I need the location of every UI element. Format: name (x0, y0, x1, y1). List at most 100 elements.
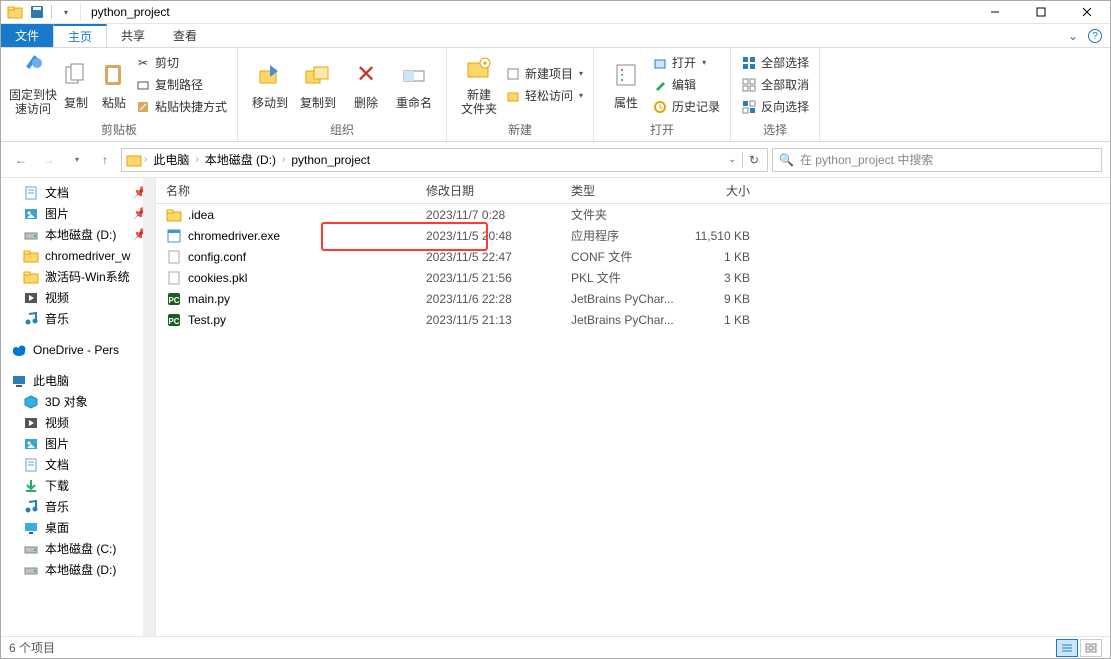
minimize-button[interactable] (972, 1, 1018, 23)
py-icon: PC (166, 312, 182, 328)
column-header-type[interactable]: 类型 (561, 182, 676, 199)
tab-share[interactable]: 共享 (107, 24, 159, 47)
pic-icon (23, 206, 39, 222)
sidebar-item[interactable]: 本地磁盘 (C:) (1, 538, 155, 559)
group-label-organize: 组织 (246, 119, 438, 141)
sidebar-item[interactable]: 音乐 (1, 496, 155, 517)
chevron-right-icon[interactable]: › (144, 154, 147, 165)
copy-to-button[interactable]: 复制到 (294, 52, 342, 118)
drive-icon (23, 541, 39, 557)
file-row[interactable]: config.conf2023/11/5 22:47CONF 文件1 KB (156, 246, 1110, 267)
tab-home[interactable]: 主页 (53, 24, 107, 47)
content-area: 文档📌图片📌本地磁盘 (D:)📌chromedriver_w激活码-Win系统视… (1, 178, 1110, 636)
search-box[interactable]: 🔍 在 python_project 中搜索 (772, 148, 1102, 172)
select-all-button[interactable]: 全部选择 (739, 52, 811, 74)
invert-selection-button[interactable]: 反向选择 (739, 96, 811, 118)
paste-button[interactable]: 粘贴 (95, 52, 133, 118)
sidebar-this-pc[interactable]: 此电脑 (1, 370, 155, 391)
view-details-button[interactable] (1056, 639, 1078, 657)
sidebar-item[interactable]: 图片📌 (1, 203, 155, 224)
status-bar: 6 个项目 (1, 636, 1110, 658)
window-title: python_project (91, 5, 170, 19)
column-header-date[interactable]: 修改日期 (416, 182, 561, 199)
edit-button[interactable]: 编辑 (650, 74, 722, 96)
address-dropdown[interactable]: ⌄ (724, 154, 740, 165)
easy-access-button[interactable]: 轻松访问▾ (503, 85, 585, 107)
ribbon-tabs: 文件 主页 共享 查看 ⌄ ? (1, 24, 1110, 48)
file-row[interactable]: PCmain.py2023/11/6 22:28JetBrains PyChar… (156, 288, 1110, 309)
group-label-new: 新建 (455, 119, 585, 141)
sidebar-onedrive[interactable]: OneDrive - Pers (1, 339, 155, 360)
file-row[interactable]: cookies.pkl2023/11/5 21:56PKL 文件3 KB (156, 267, 1110, 288)
column-header-size[interactable]: 大小 (676, 182, 766, 199)
invert-icon (741, 99, 757, 115)
folder-icon (166, 207, 182, 223)
select-none-button[interactable]: 全部取消 (739, 74, 811, 96)
cloud-icon (11, 342, 27, 358)
file-icon (166, 249, 182, 265)
sidebar-item[interactable]: 视频 (1, 412, 155, 433)
sidebar-item[interactable]: 文档 (1, 454, 155, 475)
drive-icon (23, 562, 39, 578)
close-button[interactable] (1064, 1, 1110, 23)
history-button[interactable]: 历史记录 (650, 96, 722, 118)
history-icon (652, 99, 668, 115)
qat-dropdown-icon[interactable]: ▾ (58, 4, 74, 20)
sidebar-item[interactable]: 激活码-Win系统 (1, 266, 155, 287)
breadcrumb-item[interactable]: 本地磁盘 (D:) (201, 151, 280, 168)
open-button[interactable]: 打开▾ (650, 52, 722, 74)
view-thumbnails-button[interactable] (1080, 639, 1102, 657)
chevron-down-icon[interactable]: ⌄ (1058, 24, 1088, 47)
properties-button[interactable]: 属性 (602, 52, 650, 118)
breadcrumb-bar[interactable]: › 此电脑 › 本地磁盘 (D:) › python_project ⌄ ↻ (121, 148, 768, 172)
maximize-button[interactable] (1018, 1, 1064, 23)
address-bar: ← → ▾ ↑ › 此电脑 › 本地磁盘 (D:) › python_proje… (1, 142, 1110, 178)
sidebar-item[interactable]: 音乐 (1, 308, 155, 329)
ribbon-group-open: 属性 打开▾ 编辑 历史记录 打开 (594, 48, 731, 141)
sidebar-item[interactable]: 文档📌 (1, 182, 155, 203)
sidebar-item[interactable]: 下载 (1, 475, 155, 496)
qat-save-icon[interactable] (29, 4, 45, 20)
ribbon-group-clipboard: 固定到快 速访问 复制 粘贴 ✂剪切 复制路径 粘贴快捷方式 剪贴板 (1, 48, 238, 141)
sidebar-item[interactable]: 桌面 (1, 517, 155, 538)
file-row[interactable]: chromedriver.exe2023/11/5 20:48应用程序11,51… (156, 225, 1110, 246)
file-row[interactable]: .idea2023/11/7 0:28文件夹 (156, 204, 1110, 225)
sidebar-item[interactable]: chromedriver_w (1, 245, 155, 266)
sidebar-item[interactable]: 本地磁盘 (D:) (1, 559, 155, 580)
sidebar-item[interactable]: 图片 (1, 433, 155, 454)
back-button[interactable]: ← (9, 148, 33, 172)
column-headers: 名称 修改日期 类型 大小 (156, 178, 1110, 204)
recent-locations-button[interactable]: ▾ (65, 148, 89, 172)
sidebar-item[interactable]: 3D 对象 (1, 391, 155, 412)
chevron-right-icon[interactable]: › (195, 154, 198, 165)
tab-view[interactable]: 查看 (159, 24, 211, 47)
forward-button[interactable]: → (37, 148, 61, 172)
breadcrumb-item[interactable]: 此电脑 (149, 151, 193, 168)
column-header-name[interactable]: 名称 (156, 182, 416, 199)
move-to-button[interactable]: 移动到 (246, 52, 294, 118)
sidebar-scrollbar[interactable] (143, 178, 155, 636)
tab-file[interactable]: 文件 (1, 24, 53, 47)
copy-path-button[interactable]: 复制路径 (133, 74, 229, 96)
breadcrumb-item[interactable]: python_project (287, 153, 374, 167)
ribbon-group-organize: 移动到 复制到 ✕删除 重命名 组织 (238, 48, 447, 141)
rename-button[interactable]: 重命名 (390, 52, 438, 118)
new-item-button[interactable]: 新建项目▾ (503, 63, 585, 85)
delete-button[interactable]: ✕删除 (342, 52, 390, 118)
file-icon (166, 270, 182, 286)
help-button[interactable]: ? (1088, 29, 1102, 43)
refresh-button[interactable]: ↻ (745, 153, 763, 167)
svg-text:PC: PC (168, 317, 179, 326)
cut-button[interactable]: ✂剪切 (133, 52, 229, 74)
chevron-right-icon[interactable]: › (282, 154, 285, 165)
sidebar-item[interactable]: 视频 (1, 287, 155, 308)
folder-icon[interactable] (7, 4, 23, 20)
doc-icon (23, 457, 39, 473)
copy-button[interactable]: 复制 (57, 52, 95, 118)
sidebar-item[interactable]: 本地磁盘 (D:)📌 (1, 224, 155, 245)
paste-shortcut-button[interactable]: 粘贴快捷方式 (133, 96, 229, 118)
file-row[interactable]: PCTest.py2023/11/5 21:13JetBrains PyChar… (156, 309, 1110, 330)
up-button[interactable]: ↑ (93, 148, 117, 172)
pin-quick-access-button[interactable]: 固定到快 速访问 (9, 52, 57, 118)
new-folder-button[interactable]: ✦新建 文件夹 (455, 52, 503, 118)
